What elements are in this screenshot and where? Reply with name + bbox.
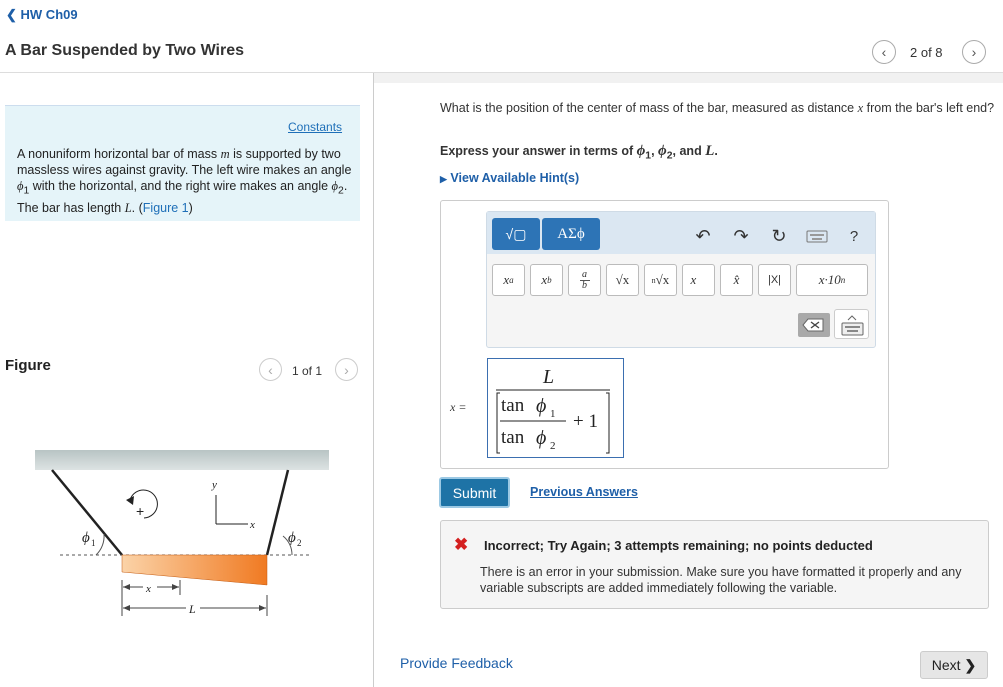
constants-link[interactable]: Constants bbox=[288, 120, 342, 134]
answer-input[interactable]: L tan ϕ 1 tan ϕ 2 + 1 bbox=[487, 358, 624, 458]
problem-text: A nonuniform horizontal bar of mass m is… bbox=[17, 147, 352, 215]
phi1-sub: 1 bbox=[91, 538, 96, 548]
submit-button[interactable]: Submit bbox=[439, 477, 510, 508]
svg-text:tan: tan bbox=[501, 427, 525, 448]
column-divider bbox=[373, 73, 374, 687]
figure-next-button[interactable]: › bbox=[335, 358, 358, 381]
y-axis-label: y bbox=[211, 479, 217, 491]
figure-link[interactable]: Figure 1 bbox=[143, 201, 189, 215]
rotation-arrowhead bbox=[126, 496, 134, 505]
next-part-button[interactable]: › bbox=[962, 40, 986, 64]
keyboard-shortcuts-button[interactable] bbox=[803, 220, 831, 252]
undo-icon: ↶ bbox=[695, 225, 711, 246]
reset-icon: ↻ bbox=[771, 225, 787, 246]
ceiling bbox=[35, 450, 329, 470]
delete-button[interactable] bbox=[798, 313, 830, 337]
L-dimension-label: L bbox=[188, 602, 196, 616]
phi1-arc bbox=[95, 533, 105, 556]
chevron-right-icon: › bbox=[971, 44, 977, 60]
back-link-label: HW Ch09 bbox=[20, 7, 78, 22]
nth-root-button[interactable]: n √x bbox=[644, 264, 677, 296]
svg-text:tan: tan bbox=[501, 395, 525, 416]
figure-previous-button[interactable]: ‹ bbox=[259, 358, 282, 381]
question-top-band bbox=[374, 73, 1003, 83]
chevron-right-icon: ❯ bbox=[964, 656, 977, 673]
help-button[interactable]: ? bbox=[842, 220, 866, 252]
greek-letters-button[interactable]: ΑΣϕ bbox=[542, 218, 600, 250]
svg-text:L: L bbox=[542, 366, 554, 388]
answer-expression: L tan ϕ 1 tan ϕ 2 + 1 bbox=[496, 366, 610, 454]
question-text: What is the position of the center of ma… bbox=[440, 101, 995, 115]
provide-feedback-link[interactable]: Provide Feedback bbox=[400, 655, 513, 671]
right-wire bbox=[265, 469, 290, 556]
templates-button[interactable]: √▢ bbox=[492, 218, 540, 250]
subscript-button[interactable]: xb bbox=[530, 264, 563, 296]
keyboard-toggle-button[interactable] bbox=[834, 309, 869, 339]
svg-text:2: 2 bbox=[550, 440, 556, 452]
reset-button[interactable]: ↻ bbox=[766, 220, 792, 252]
sqrt-button[interactable]: √x bbox=[606, 264, 639, 296]
next-button[interactable]: Next ❯ bbox=[920, 651, 988, 679]
triangle-right-icon: ▶ bbox=[440, 174, 447, 184]
x-axis-label: x bbox=[249, 519, 255, 531]
x-dimension-label: x bbox=[145, 583, 151, 595]
fraction-button[interactable]: ab bbox=[568, 264, 601, 296]
svg-text:ϕ: ϕ bbox=[536, 427, 546, 449]
scientific-notation-button[interactable]: x·10 n bbox=[796, 264, 868, 296]
svg-text:+ 1: + 1 bbox=[573, 411, 598, 432]
chevron-left-icon: ‹ bbox=[268, 361, 273, 378]
svg-text:1: 1 bbox=[550, 408, 556, 420]
chevron-left-icon: ❮ bbox=[6, 7, 17, 22]
feedback-title: Incorrect; Try Again; 3 attempts remaini… bbox=[484, 538, 873, 553]
page-title: A Bar Suspended by Two Wires bbox=[5, 42, 245, 59]
error-icon: ✖ bbox=[454, 535, 469, 554]
phi2-label: ϕ bbox=[288, 530, 296, 546]
figure-counter: 1 of 1 bbox=[292, 364, 323, 378]
unit-vector-button[interactable]: x̂ bbox=[720, 264, 753, 296]
backspace-icon bbox=[802, 318, 824, 332]
undo-button[interactable]: ↶ bbox=[690, 220, 716, 252]
svg-text:ϕ: ϕ bbox=[536, 395, 546, 417]
keyboard-icon bbox=[806, 230, 828, 243]
answer-variable-label: x = bbox=[450, 400, 467, 414]
chevron-right-icon: › bbox=[344, 361, 349, 378]
rotation-sign: + bbox=[136, 503, 144, 519]
previous-answers-link[interactable]: Previous Answers bbox=[530, 485, 638, 499]
phi1-label: ϕ bbox=[82, 530, 90, 546]
superscript-button[interactable]: xa bbox=[492, 264, 525, 296]
absolute-value-button[interactable]: |X| bbox=[758, 264, 791, 296]
feedback-message: There is an error in your submission. Ma… bbox=[480, 565, 962, 595]
redo-icon: ↷ bbox=[733, 225, 749, 246]
redo-button[interactable]: ↷ bbox=[728, 220, 754, 252]
figure-heading: Figure bbox=[5, 357, 51, 374]
bar-suspended-figure: ϕ 1 ϕ 2 y x + x L bbox=[35, 450, 329, 616]
part-counter: 2 of 8 bbox=[910, 45, 943, 60]
answer-instruction: Express your answer in terms of ϕ1, ϕ2, … bbox=[440, 143, 718, 162]
keyboard-icon bbox=[841, 315, 864, 336]
back-link[interactable]: ❮ HW Ch09 bbox=[6, 7, 78, 23]
template-icon: √▢ bbox=[505, 225, 527, 242]
vector-button[interactable]: x⃗ bbox=[682, 264, 715, 296]
view-hints-link[interactable]: ▶ View Available Hint(s) bbox=[440, 171, 579, 185]
chevron-left-icon: ‹ bbox=[881, 44, 887, 60]
phi2-sub: 2 bbox=[297, 538, 302, 548]
previous-part-button[interactable]: ‹ bbox=[872, 40, 896, 64]
